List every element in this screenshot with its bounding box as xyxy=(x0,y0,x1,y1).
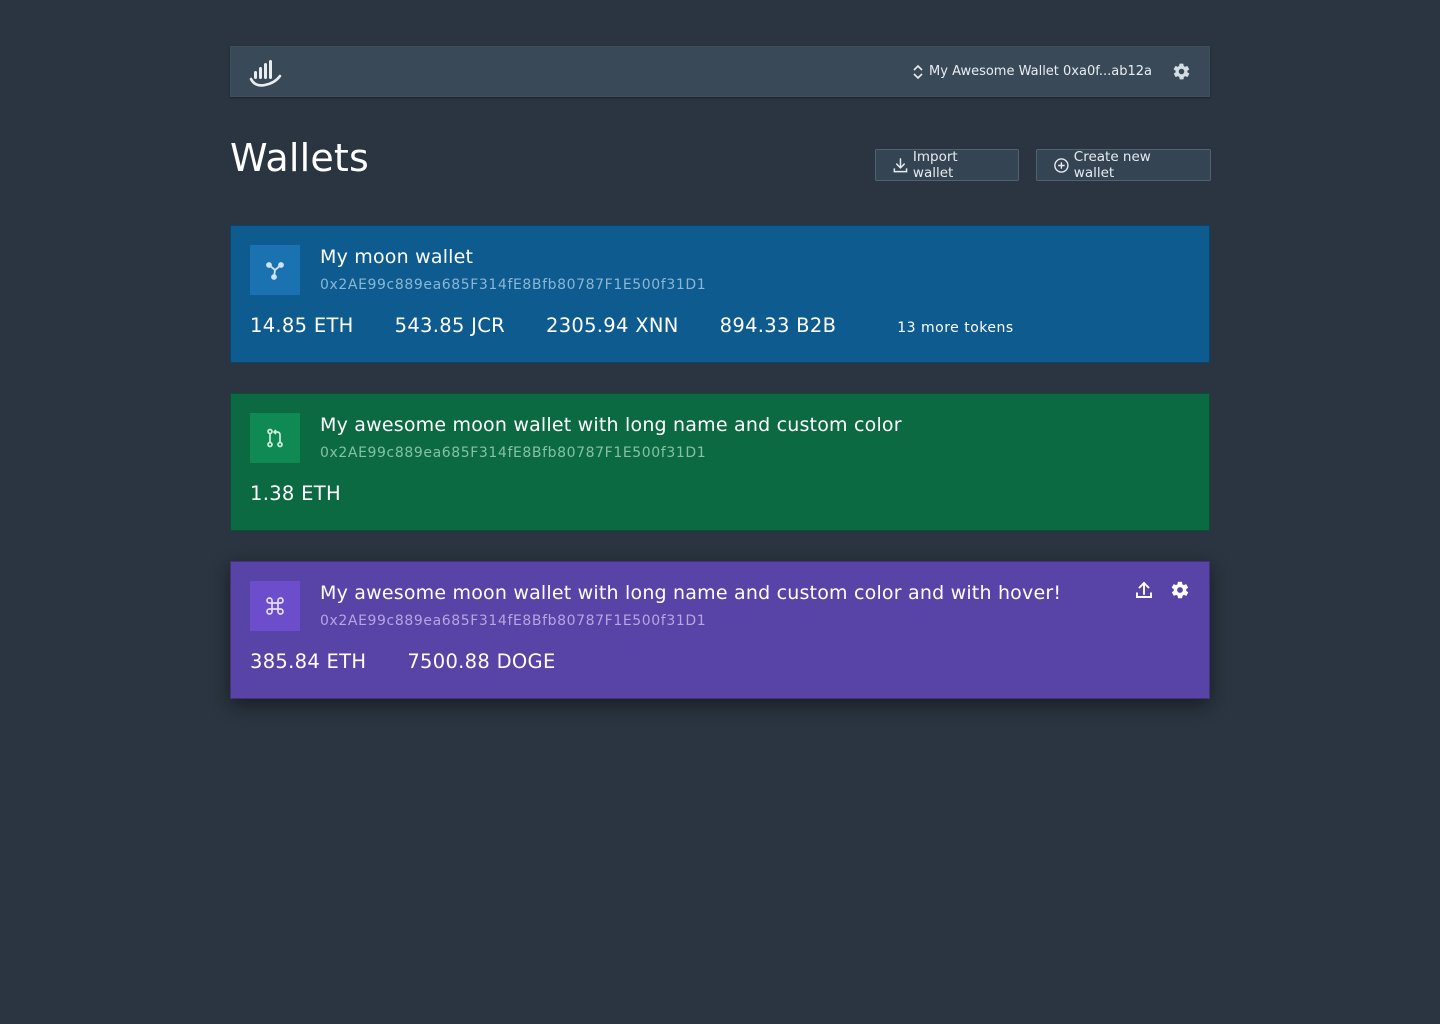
more-tokens-link[interactable]: 13 more tokens xyxy=(897,320,1013,336)
wallet-balances: 385.84 ETH 7500.88 DOGE xyxy=(250,650,597,673)
plus-circle-icon xyxy=(1054,157,1069,173)
wallet-balances: 14.85 ETH 543.85 JCR 2305.94 XNN 894.33 … xyxy=(250,314,1014,337)
wallet-switcher[interactable]: My Awesome Wallet 0xa0f...ab12a xyxy=(912,47,1152,96)
wallet-card[interactable]: My moon wallet 0x2AE99c889ea685F314fE8Bf… xyxy=(230,225,1210,363)
bar-chart-logo-icon[interactable] xyxy=(249,58,283,88)
wallet-address: 0x2AE99c889ea685F314fE8Bfb80787F1E500f31… xyxy=(320,613,707,629)
share-nodes-icon xyxy=(250,245,300,295)
download-icon xyxy=(893,157,908,172)
token-balance: 894.33 B2B xyxy=(719,314,837,337)
page-title: Wallets xyxy=(230,136,370,180)
create-wallet-button[interactable]: Create new wallet xyxy=(1036,149,1211,181)
token-balance: 385.84 ETH xyxy=(250,650,367,673)
current-wallet-label: My Awesome Wallet 0xa0f...ab12a xyxy=(929,64,1152,79)
create-wallet-label: Create new wallet xyxy=(1073,149,1151,181)
token-balance: 7500.88 DOGE xyxy=(407,650,556,673)
wallet-card[interactable]: My awesome moon wallet with long name an… xyxy=(230,393,1210,531)
token-balance: 14.85 ETH xyxy=(250,314,354,337)
wallet-name: My moon wallet xyxy=(320,246,474,268)
wallet-address: 0x2AE99c889ea685F314fE8Bfb80787F1E500f31… xyxy=(320,445,707,461)
command-icon xyxy=(250,581,300,631)
wallet-name: My awesome moon wallet with long name an… xyxy=(320,582,1062,604)
git-pull-request-icon xyxy=(250,413,300,463)
top-bar: My Awesome Wallet 0xa0f...ab12a xyxy=(230,46,1210,97)
wallet-name: My awesome moon wallet with long name an… xyxy=(320,414,902,436)
wallet-card[interactable]: My awesome moon wallet with long name an… xyxy=(230,561,1210,699)
token-balance: 543.85 JCR xyxy=(394,314,505,337)
token-balance: 1.38 ETH xyxy=(250,482,341,505)
upload-icon[interactable] xyxy=(1134,580,1154,600)
sort-icon xyxy=(912,64,924,80)
import-wallet-label: Import wallet xyxy=(912,149,958,181)
token-balance: 2305.94 XNN xyxy=(545,314,679,337)
import-wallet-button[interactable]: Import wallet xyxy=(875,149,1019,181)
gear-icon[interactable] xyxy=(1170,580,1190,600)
gear-icon[interactable] xyxy=(1172,62,1191,81)
wallet-address: 0x2AE99c889ea685F314fE8Bfb80787F1E500f31… xyxy=(320,277,707,293)
wallet-actions xyxy=(1134,580,1190,600)
wallet-balances: 1.38 ETH xyxy=(250,482,382,505)
